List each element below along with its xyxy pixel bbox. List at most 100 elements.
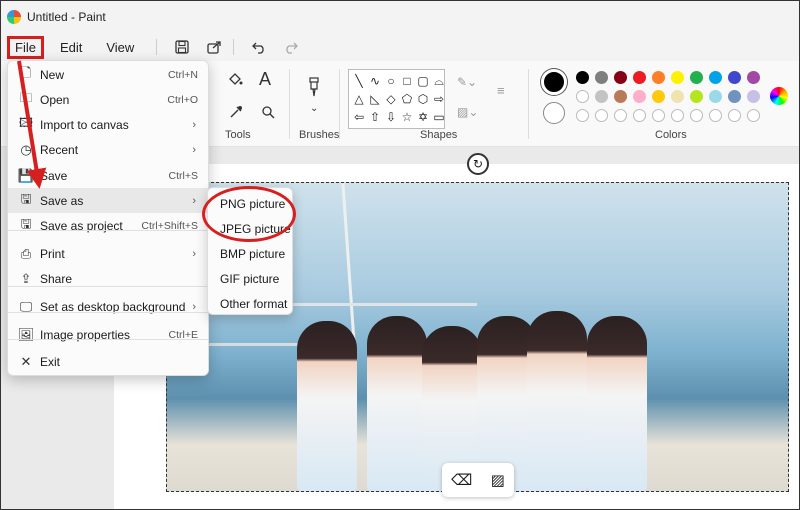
menu-item-recent[interactable]: ◷ Recent › <box>8 137 208 162</box>
arrow-up-shape-icon[interactable]: ⇧ <box>367 108 383 126</box>
magnifier-icon[interactable] <box>261 105 275 124</box>
share-icon: ⇪ <box>20 270 32 286</box>
new-file-icon: 🗋 <box>20 64 32 80</box>
color-swatch[interactable] <box>747 90 760 103</box>
right-triangle-shape-icon[interactable]: ◺ <box>367 90 383 108</box>
tools-group-label: Tools <box>225 129 251 141</box>
star-shape-icon[interactable]: ☆ <box>399 108 415 126</box>
window-title: Untitled - Paint <box>27 10 106 24</box>
arrow-right-shape-icon[interactable]: ⇨ <box>431 90 447 108</box>
color-swatch[interactable] <box>671 71 684 84</box>
triangle-shape-icon[interactable]: △ <box>351 90 367 108</box>
color-swatch[interactable] <box>576 71 589 84</box>
color-swatch[interactable] <box>633 90 646 103</box>
custom-color-slot[interactable] <box>728 109 741 122</box>
hexagon-shape-icon[interactable]: ⬡ <box>415 90 431 108</box>
person-figure <box>297 321 357 491</box>
menu-item-print[interactable]: ⎙ Print › <box>8 241 208 266</box>
menu-item-save[interactable]: 💾 Save Ctrl+S <box>8 163 208 188</box>
color-swatch[interactable] <box>595 90 608 103</box>
custom-color-slot[interactable] <box>652 109 665 122</box>
folder-icon: 🗀 <box>19 89 33 105</box>
undo-icon[interactable] <box>246 36 272 58</box>
secondary-color-swatch[interactable] <box>543 102 565 124</box>
color-swatch[interactable] <box>747 71 760 84</box>
size-icon[interactable]: ≡ <box>497 83 505 98</box>
custom-color-slot[interactable] <box>690 109 703 122</box>
menu-item-share[interactable]: ⇪ Share <box>8 266 208 291</box>
save-icon[interactable] <box>169 36 195 58</box>
color-swatch[interactable] <box>614 71 627 84</box>
edit-menu-button[interactable]: Edit <box>52 36 90 59</box>
color-swatch[interactable] <box>709 90 722 103</box>
custom-color-slot[interactable] <box>709 109 722 122</box>
curve-shape-icon[interactable]: ∿ <box>367 72 383 90</box>
text-tool-icon[interactable]: A <box>259 69 271 90</box>
save-icon: 💾 <box>17 167 35 183</box>
brush-icon[interactable] <box>307 77 321 102</box>
custom-color-slot[interactable] <box>747 109 760 122</box>
color-picker-icon[interactable] <box>229 105 243 124</box>
color-swatch[interactable] <box>576 90 589 103</box>
menu-item-image-properties[interactable]: 🖼 Image properties Ctrl+E <box>8 322 208 347</box>
primary-color-swatch[interactable] <box>541 69 567 95</box>
submenu-item-gif-picture[interactable]: GIF picture <box>220 272 279 286</box>
menu-item-import-to-canvas[interactable]: 🖾 Import to canvas › <box>8 112 208 137</box>
eraser-icon[interactable]: ⌫ <box>451 471 472 489</box>
color-swatch[interactable] <box>652 71 665 84</box>
color-swatch[interactable] <box>709 71 722 84</box>
color-swatch[interactable] <box>652 90 665 103</box>
rectangle-shape-icon[interactable]: □ <box>399 72 415 90</box>
outline-icon[interactable]: ✎⌄ <box>457 75 477 89</box>
custom-color-slot[interactable] <box>633 109 646 122</box>
rotate-icon[interactable]: ↻ <box>467 153 489 175</box>
menu-item-open[interactable]: 🗀 Open Ctrl+O <box>8 87 208 112</box>
menu-divider <box>8 339 208 340</box>
share-icon[interactable] <box>201 36 227 58</box>
arrow-left-shape-icon[interactable]: ⇦ <box>351 108 367 126</box>
oval-shape-icon[interactable]: ○ <box>383 72 399 90</box>
custom-color-slot[interactable] <box>576 109 589 122</box>
menu-item-save-as-project[interactable]: 🖫 Save as project Ctrl+Shift+S <box>8 213 208 238</box>
rounded-rect-shape-icon[interactable]: ▢ <box>415 72 431 90</box>
polygon-shape-icon[interactable]: ⌓ <box>431 72 447 90</box>
ribbon-divider <box>289 69 290 139</box>
menu-item-new[interactable]: 🗋 New Ctrl+N <box>8 62 208 87</box>
chevron-down-icon[interactable]: ⌄ <box>310 103 318 114</box>
pattern-icon[interactable]: ▨ <box>491 471 505 489</box>
color-swatch[interactable] <box>728 90 741 103</box>
menu-item-label: Recent <box>40 142 79 157</box>
custom-color-slot[interactable] <box>614 109 627 122</box>
color-swatch[interactable] <box>671 90 684 103</box>
file-menu-button[interactable]: File <box>7 35 44 59</box>
shapes-gallery[interactable]: ╲ ∿ ○ □ ▢ ⌓ △ ◺ ◇ ⬠ ⬡ ⇨ ⇦ ⇧ ⇩ ☆ ✡ ▭ <box>348 69 445 129</box>
star6-shape-icon[interactable]: ✡ <box>415 108 431 126</box>
ribbon-divider <box>528 69 529 139</box>
submenu-item-other-format[interactable]: Other format <box>220 297 287 311</box>
annotation-highlight-oval <box>202 186 296 242</box>
submenu-item-bmp-picture[interactable]: BMP picture <box>220 247 285 261</box>
pentagon-shape-icon[interactable]: ⬠ <box>399 90 415 108</box>
menu-item-exit[interactable]: ✕ Exit <box>8 349 208 374</box>
color-swatch[interactable] <box>690 71 703 84</box>
diamond-shape-icon[interactable]: ◇ <box>383 90 399 108</box>
line-shape-icon[interactable]: ╲ <box>351 72 367 90</box>
callout-shape-icon[interactable]: ▭ <box>431 108 447 126</box>
edit-colors-icon[interactable] <box>770 87 788 105</box>
menu-item-set-as-desktop-background[interactable]: 🖵 Set as desktop background › <box>8 294 208 319</box>
arrow-down-shape-icon[interactable]: ⇩ <box>383 108 399 126</box>
fill-icon[interactable]: ▨⌄ <box>457 105 478 119</box>
custom-color-slot[interactable] <box>671 109 684 122</box>
redo-icon[interactable] <box>278 36 304 58</box>
custom-color-slot[interactable] <box>595 109 608 122</box>
menu-item-save-as[interactable]: 🖫 Save as › <box>8 188 208 213</box>
color-swatch[interactable] <box>595 71 608 84</box>
color-swatch[interactable] <box>614 90 627 103</box>
menu-item-shortcut: Ctrl+S <box>168 169 198 182</box>
color-swatch[interactable] <box>728 71 741 84</box>
color-swatch[interactable] <box>690 90 703 103</box>
view-menu-button[interactable]: View <box>98 36 142 59</box>
fill-bucket-icon[interactable] <box>227 71 243 92</box>
boat-mast <box>341 183 356 343</box>
color-swatch[interactable] <box>633 71 646 84</box>
